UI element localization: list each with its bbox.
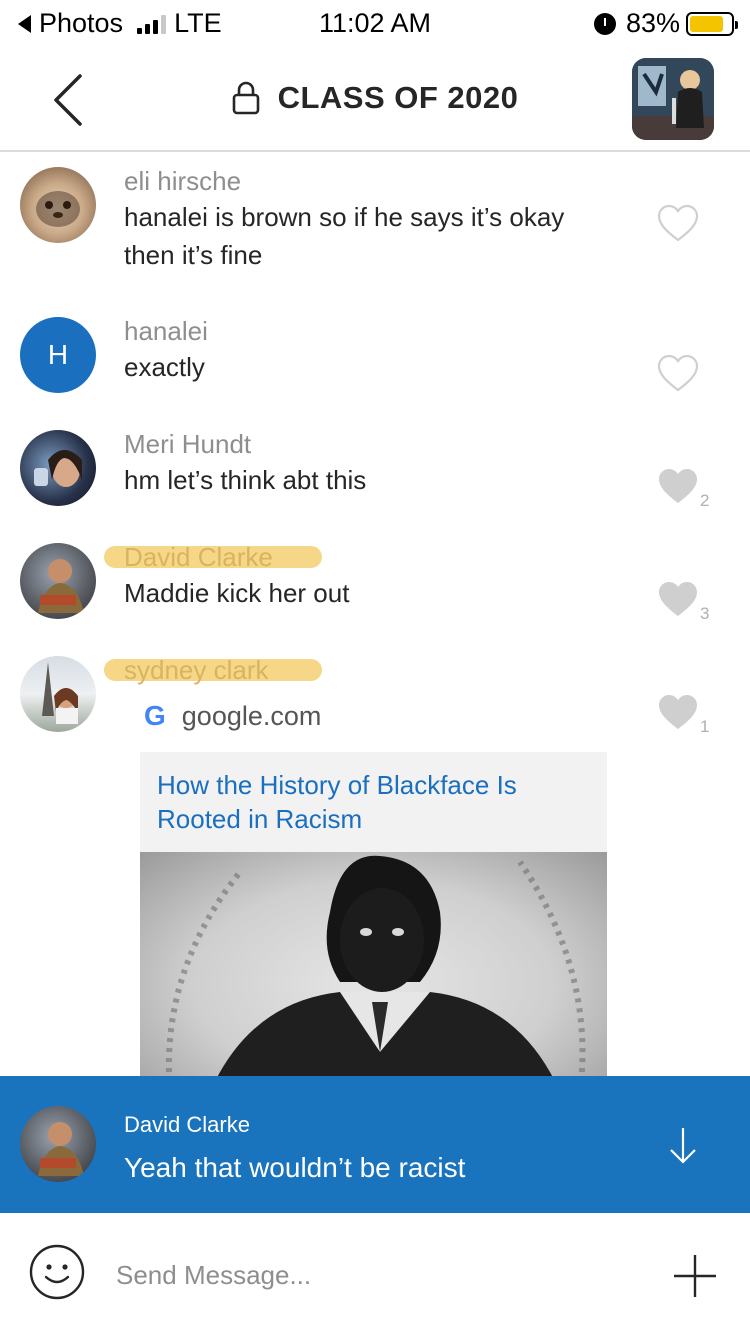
link-preview-title[interactable]: How the History of Blackface Is Rooted i… (157, 768, 597, 836)
profile-photo (38, 559, 84, 613)
avatar[interactable] (20, 430, 96, 506)
heart-icon[interactable] (656, 203, 700, 243)
avatar[interactable] (20, 543, 96, 619)
heart-filled-icon[interactable] (656, 579, 700, 619)
battery-icon (686, 11, 738, 36)
message-author[interactable]: David Clarke (124, 542, 273, 573)
plus-icon[interactable] (672, 1253, 718, 1299)
group-photo-avatar[interactable] (632, 58, 714, 140)
alarm-icon (593, 12, 616, 35)
like-count: 3 (700, 604, 710, 623)
message-text: exactly (124, 352, 205, 382)
message-composer (0, 1213, 750, 1334)
group-photo-image (632, 58, 714, 140)
nav-bar: CLASS OF 2020 (0, 46, 750, 152)
link-domain: google.com (181, 700, 322, 731)
like-count: 2 (700, 491, 710, 510)
cat-photo (36, 191, 80, 227)
link-preview-card[interactable]: How the History of Blackface Is Rooted i… (140, 752, 607, 1082)
message-text: hm let’s think abt this (124, 465, 367, 495)
like-count: 1 (700, 717, 710, 736)
article-photo (165, 855, 586, 1082)
profile-photo (42, 662, 78, 724)
battery-percent: 83% (625, 8, 680, 38)
profile-photo (38, 1122, 84, 1176)
group-title: CLASS OF 2020 (277, 80, 519, 115)
message-input[interactable] (116, 1253, 636, 1297)
avatar[interactable] (20, 167, 96, 243)
lock-icon (232, 81, 259, 115)
message-author[interactable]: eli hirsche (124, 166, 241, 197)
message-author[interactable]: hanalei (124, 316, 208, 347)
link-source[interactable]: G google.com (144, 700, 321, 732)
profile-photo (34, 450, 82, 487)
arrow-down-icon[interactable] (668, 1126, 698, 1166)
message-text: Maddie kick her out (124, 578, 350, 608)
reply-author: David Clarke (124, 1112, 250, 1137)
avatar[interactable] (20, 656, 96, 732)
reply-banner[interactable]: David Clarke Yeah that wouldn’t be racis… (0, 1076, 750, 1213)
google-icon: G (144, 700, 166, 731)
avatar (20, 1106, 96, 1182)
avatar[interactable]: H (20, 317, 96, 393)
status-right: 83% (593, 8, 738, 39)
link-preview-image[interactable] (140, 852, 607, 1082)
status-bar: Photos LTE 11:02 AM 83% (0, 0, 750, 46)
heart-filled-icon[interactable] (656, 466, 700, 506)
heart-icon[interactable] (656, 353, 700, 393)
smiley-icon[interactable] (28, 1243, 86, 1301)
message-text: hanalei is brown so if he says it’s okay… (124, 202, 565, 270)
message-author[interactable]: sydney clark (124, 655, 269, 686)
heart-filled-icon[interactable] (656, 692, 700, 732)
message-author[interactable]: Meri Hundt (124, 429, 251, 460)
reply-text: Yeah that wouldn’t be racist (124, 1152, 466, 1183)
